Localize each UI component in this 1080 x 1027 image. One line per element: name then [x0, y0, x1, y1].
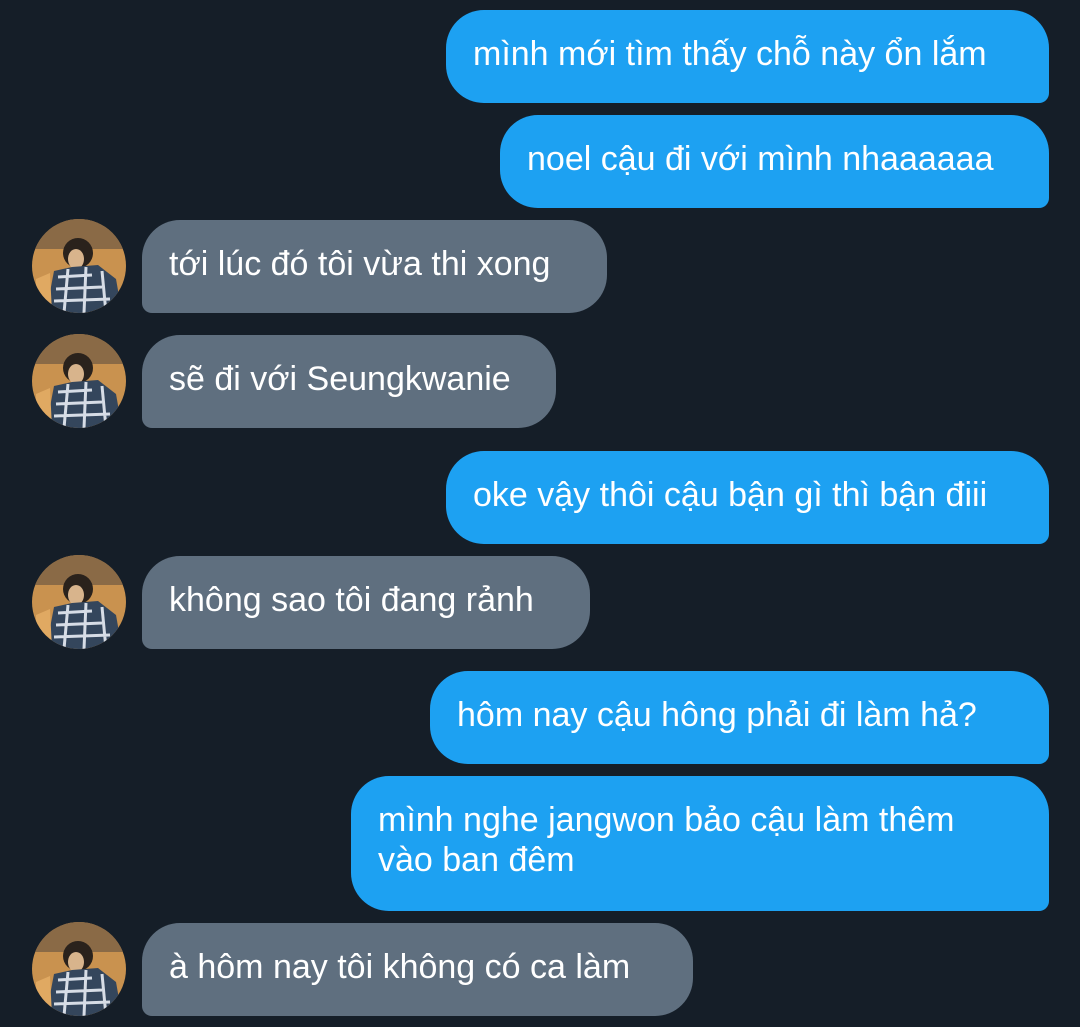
contact-avatar[interactable]: [32, 219, 126, 313]
profile-photo-icon: [32, 555, 126, 649]
chat-thread: mình mới tìm thấy chỗ này ổn lắm noel cậ…: [0, 0, 1080, 1027]
profile-photo-icon: [32, 922, 126, 1016]
contact-avatar[interactable]: [32, 922, 126, 1016]
received-message-bubble[interactable]: tới lúc đó tôi vừa thi xong: [142, 220, 607, 313]
profile-photo-icon: [32, 334, 126, 428]
received-message-bubble[interactable]: à hôm nay tôi không có ca làm: [142, 923, 693, 1016]
received-message-bubble[interactable]: sẽ đi với Seungkwanie: [142, 335, 556, 428]
sent-message-bubble[interactable]: noel cậu đi với mình nhaaaaaa: [500, 115, 1049, 208]
contact-avatar[interactable]: [32, 555, 126, 649]
profile-photo-icon: [32, 219, 126, 313]
sent-message-bubble[interactable]: mình mới tìm thấy chỗ này ổn lắm: [446, 10, 1049, 103]
received-message-bubble[interactable]: không sao tôi đang rảnh: [142, 556, 590, 649]
sent-message-bubble[interactable]: mình nghe jangwon bảo cậu làm thêm vào b…: [351, 776, 1049, 911]
sent-message-bubble[interactable]: hôm nay cậu hông phải đi làm hả?: [430, 671, 1049, 764]
contact-avatar[interactable]: [32, 334, 126, 428]
sent-message-bubble[interactable]: oke vậy thôi cậu bận gì thì bận điii: [446, 451, 1049, 544]
